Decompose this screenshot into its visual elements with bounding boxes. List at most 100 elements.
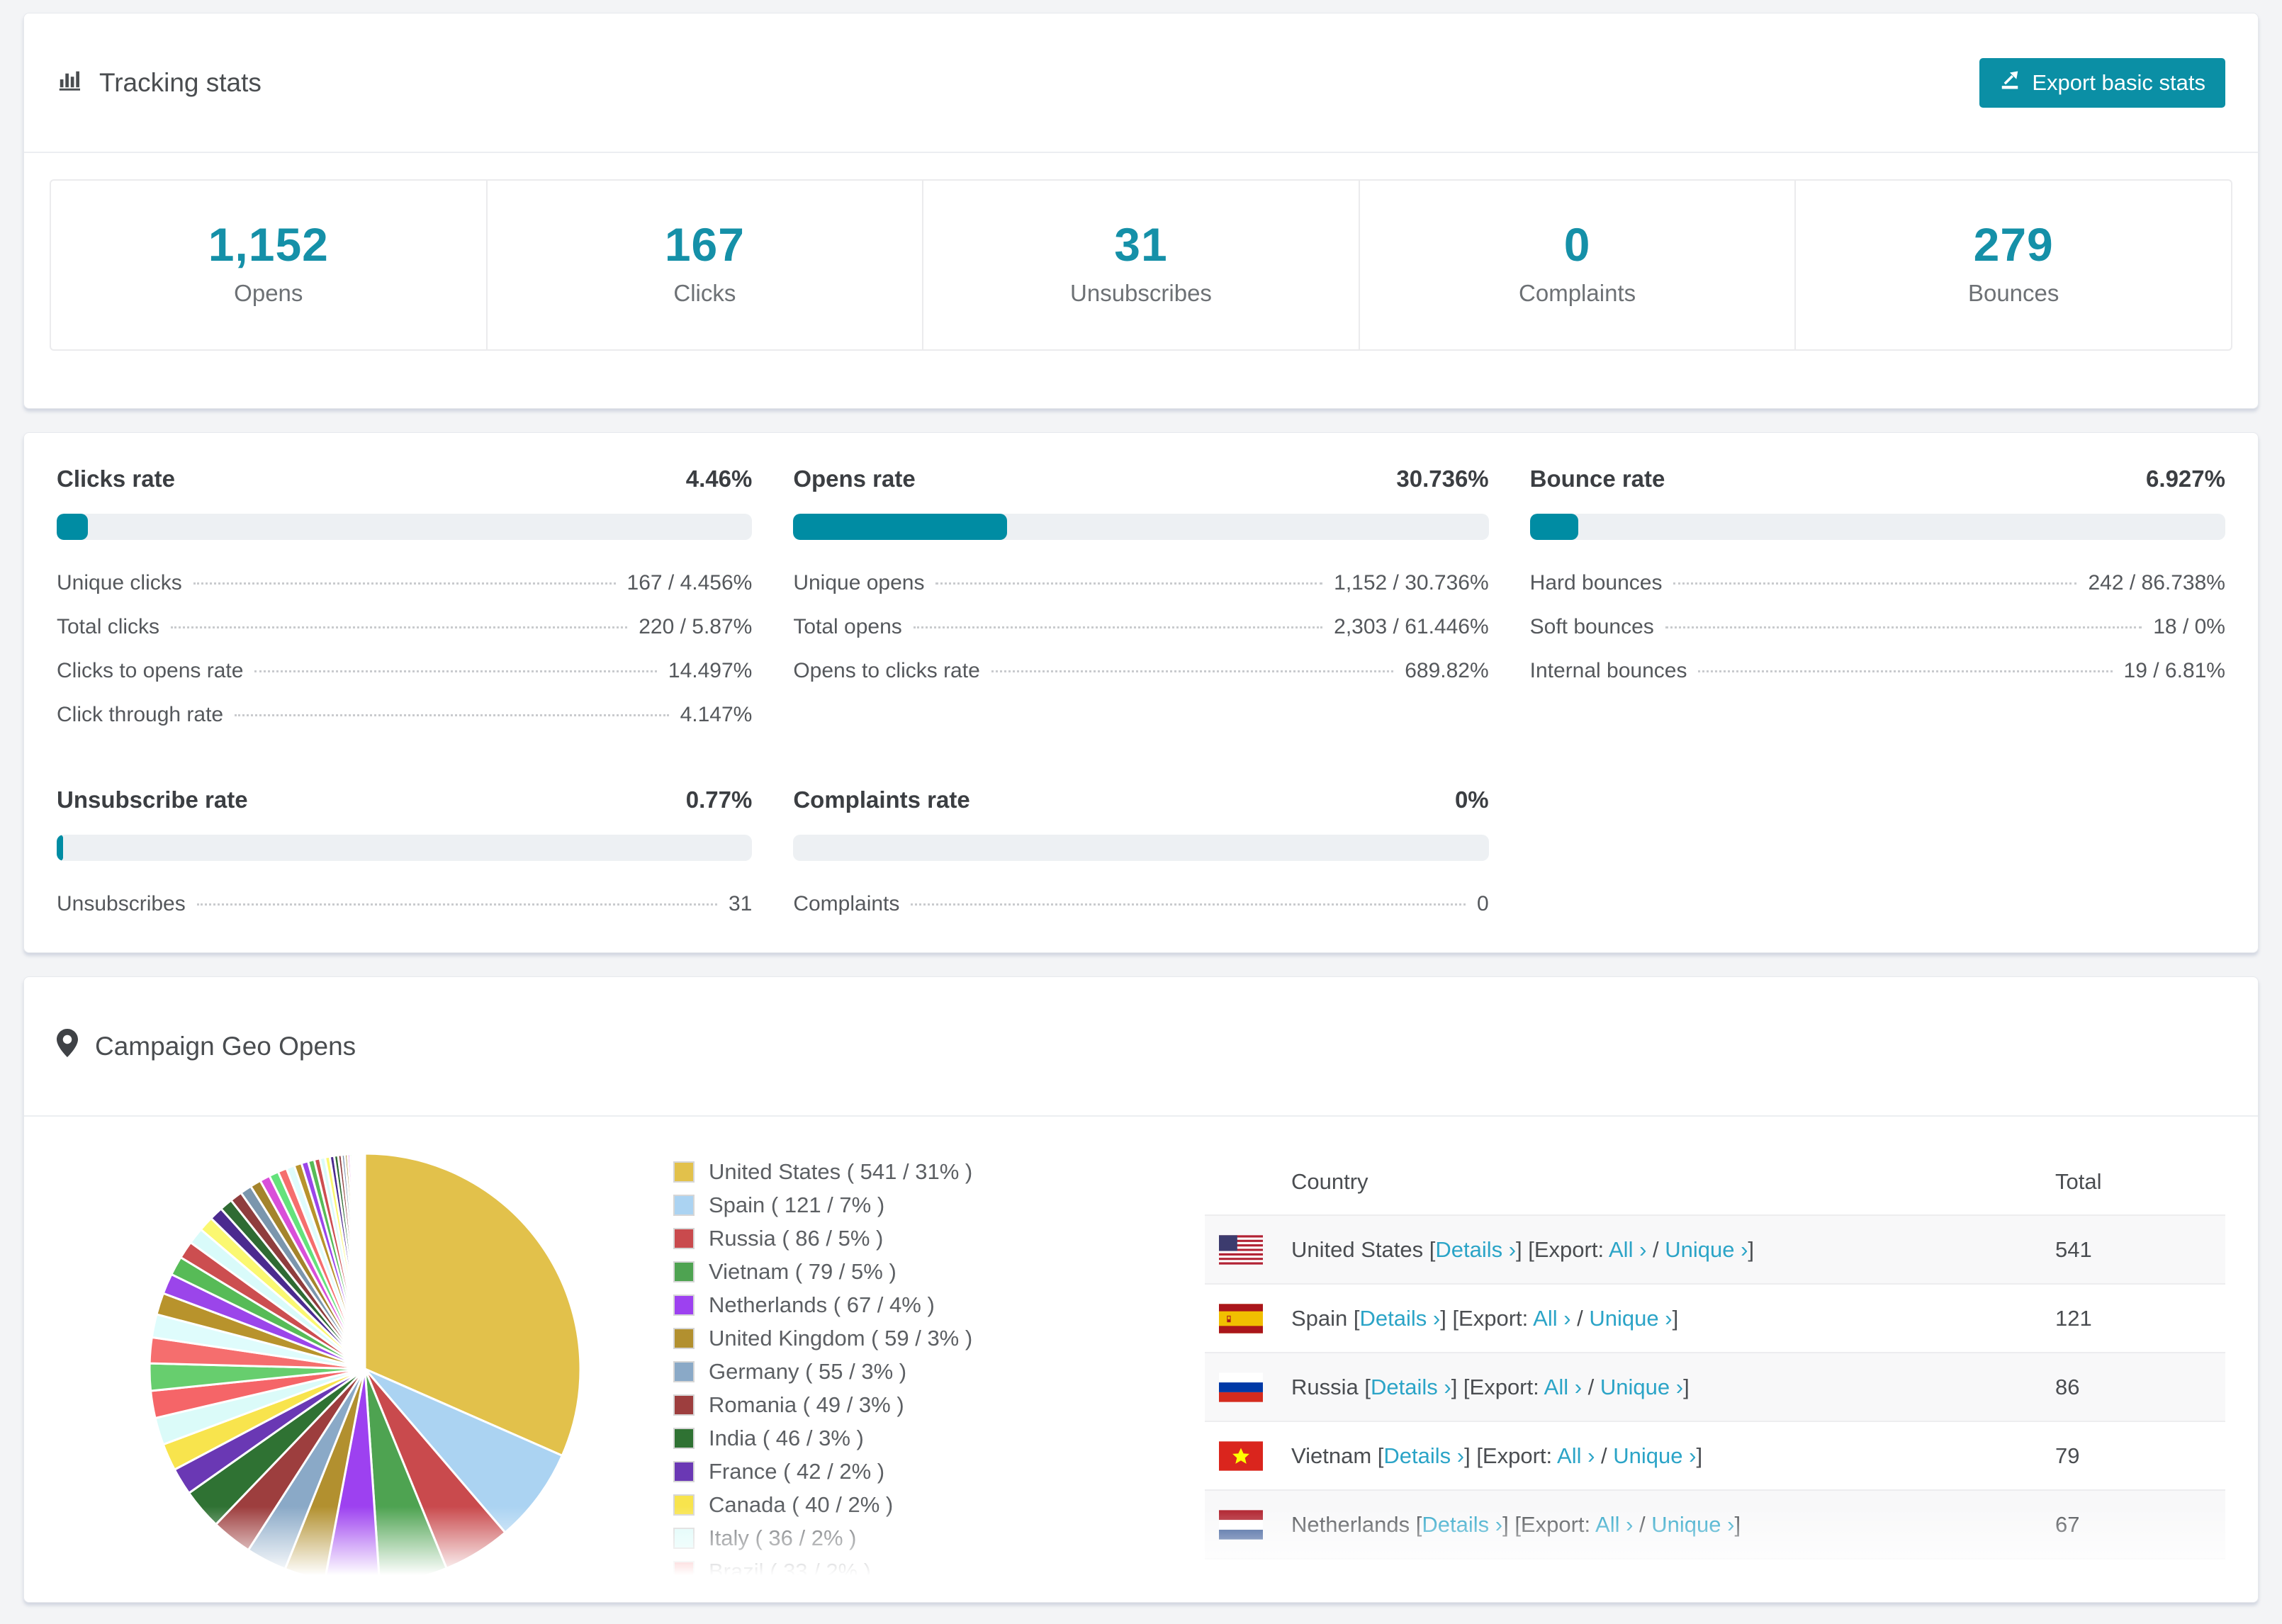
clicks-rate-bar [57,514,753,540]
legend-item: United States ( 541 / 31% ) [673,1159,1162,1185]
details-link[interactable]: Details › [1360,1306,1441,1331]
export-all-link[interactable]: All › [1595,1512,1633,1537]
export-label: ] [Export: [1440,1305,1534,1331]
legend-swatch [673,1394,695,1416]
opens-rate-value: 30.736% [1396,466,1489,492]
total-cell: 86 [2055,1374,2080,1399]
export-unique-link[interactable]: Unique › [1613,1443,1696,1468]
country-cell: United Kingdom [Details ›] [Export: All … [1291,1581,2055,1603]
bar-chart-icon [57,67,82,98]
gb-flag-icon [1219,1578,1263,1602]
export-unique-link[interactable]: Unique › [1651,1512,1734,1537]
bounce-rate-value: 6.927% [2146,466,2225,492]
legend-label: Netherlands ( 67 / 4% ) [709,1292,935,1317]
legend-swatch [673,1461,695,1482]
table-row: Russia [Details ›] [Export: All › / Uniq… [1205,1352,2225,1421]
country-name: Spain [ [1291,1305,1360,1331]
clicks-rate-title: Clicks rate [57,466,175,492]
legend-label: Italy ( 36 / 2% ) [709,1526,857,1550]
table-row: Spain [Details ›] [Export: All › / Uniqu… [1205,1283,2225,1352]
geo-opens-panel: Campaign Geo Opens United States ( 541 /… [23,976,2259,1603]
geo-opens-header: Campaign Geo Opens [24,977,2258,1117]
legend-label: Spain ( 121 / 7% ) [709,1192,885,1217]
geo-pie-chart [57,1149,673,1602]
geo-table-rows: United States [Details ›] [Export: All ›… [1205,1214,2225,1603]
legend-label: Vietnam ( 79 / 5% ) [709,1259,896,1284]
bounce-rate-title: Bounce rate [1529,466,1665,492]
geo-table: Country Total United States [Details ›] … [1205,1149,2225,1602]
export-all-link[interactable]: All › [1609,1237,1646,1262]
details-link[interactable]: Details › [1383,1443,1464,1468]
export-all-link[interactable]: All › [1544,1375,1582,1399]
legend-swatch [673,1594,695,1602]
export-unique-link[interactable]: Unique › [1665,1237,1748,1262]
separator: / [1646,1236,1665,1262]
export-unique-link[interactable]: Unique › [1589,1306,1672,1331]
ru-flag-icon [1219,1372,1263,1402]
stat-card-unsubscribes: 31 Unsubscribes [922,181,1359,349]
details-link[interactable]: Details › [1460,1581,1541,1603]
bracket: ] [1772,1580,1779,1603]
legend-swatch [673,1228,695,1249]
legend-label: Brazil ( 33 / 2% ) [709,1559,872,1584]
country-cell: Vietnam [Details ›] [Export: All › / Uni… [1291,1443,2055,1469]
legend-item: South Africa ( 29 / 2% ) [673,1592,1162,1602]
details-link[interactable]: Details › [1422,1512,1502,1537]
bounces-count: 279 [1973,218,2054,271]
export-unique-link[interactable]: Unique › [1690,1581,1772,1603]
total-cell: 67 [2055,1511,2080,1537]
tracking-stats-panel: Tracking stats Export basic stats 1,152 … [23,13,2259,409]
stat-card-bounces: 279 Bounces [1794,181,2231,349]
export-unique-link[interactable]: Unique › [1600,1375,1683,1399]
legend-item: India ( 46 / 3% ) [673,1426,1162,1451]
legend-swatch [673,1428,695,1449]
details-link[interactable]: Details › [1435,1237,1516,1262]
stat-card-opens: 1,152 Opens [51,181,486,349]
export-basic-stats-button[interactable]: Export basic stats [1979,57,2225,108]
opens-rate-bar [793,514,1489,540]
country-name: United Kingdom [ [1291,1580,1460,1603]
legend-label: Canada ( 40 / 2% ) [709,1492,894,1517]
export-icon [1999,69,2020,96]
legend-swatch [673,1561,695,1582]
export-all-link[interactable]: All › [1533,1306,1570,1331]
country-name: Netherlands [ [1291,1511,1422,1537]
export-all-link[interactable]: All › [1557,1443,1595,1468]
unsubscribe-rate-value: 0.77% [685,786,753,813]
stat-line: Unsubscribes 31 [57,892,753,915]
legend-label: Romania ( 49 / 3% ) [709,1392,904,1417]
country-name: United States [ [1291,1236,1436,1262]
separator: / [1633,1511,1652,1537]
details-link[interactable]: Details › [1371,1375,1451,1399]
legend-item: Spain ( 121 / 7% ) [673,1192,1162,1218]
bracket: ] [1696,1443,1703,1468]
tracking-stats-title: Tracking stats [57,67,262,98]
es-flag-icon [1219,1303,1263,1333]
stat-line: Total opens 2,303 / 61.446% [793,615,1489,638]
stat-line: Unique opens 1,152 / 30.736% [793,571,1489,594]
legend-item: Netherlands ( 67 / 4% ) [673,1292,1162,1318]
export-all-link[interactable]: All › [1633,1581,1670,1603]
country-name: Russia [ [1291,1374,1371,1399]
legend-item: Romania ( 49 / 3% ) [673,1392,1162,1418]
clicks-rate-card: Clicks rate 4.46% Unique clicks 167 / 4.4… [57,466,753,737]
legend-item: Russia ( 86 / 5% ) [673,1226,1162,1251]
bracket: ] [1734,1511,1741,1537]
opens-count: 1,152 [208,218,329,271]
legend-label: South Africa ( 29 / 2% ) [709,1592,935,1602]
unsubscribe-rate-card: Unsubscribe rate 0.77% Unsubscribes 31 [57,786,753,926]
country-column-header: Country [1291,1169,1368,1194]
complaints-count: 0 [1563,218,1591,271]
table-row: United Kingdom [Details ›] [Export: All … [1205,1558,2225,1603]
stat-line: Hard bounces 242 / 86.738% [1529,571,2225,594]
separator: / [1570,1305,1590,1331]
tracking-stats-body: 1,152 Opens 167 Clicks 31 Unsubscribes 0… [24,153,2258,351]
legend-swatch [673,1328,695,1349]
bounce-rate-bar [1529,514,2225,540]
unsubscribe-rate-bar [57,835,753,861]
bracket: ] [1683,1374,1690,1399]
tracking-stats-title-text: Tracking stats [99,67,262,97]
stat-card-clicks: 167 Clicks [485,181,923,349]
geo-opens-body: United States ( 541 / 31% ) Spain ( 121 /… [24,1117,2258,1602]
country-cell: Russia [Details ›] [Export: All › / Uniq… [1291,1375,2055,1400]
